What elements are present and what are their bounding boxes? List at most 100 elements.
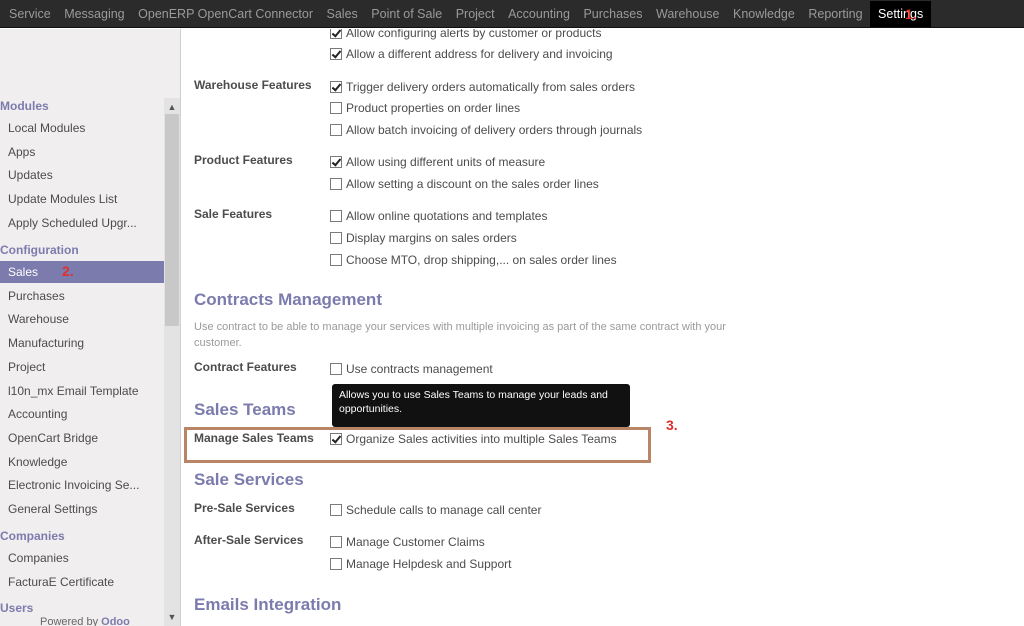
sidebar-item-opencart-bridge[interactable]: OpenCart Bridge bbox=[0, 427, 164, 449]
sidebar-item-general-settings[interactable]: General Settings bbox=[0, 498, 164, 520]
scrollbar-thumb[interactable] bbox=[165, 114, 179, 326]
option-schedule-calls-to-manage-call-center[interactable]: Schedule calls to manage call center bbox=[330, 502, 541, 518]
top-menu-project[interactable]: Project bbox=[456, 7, 495, 21]
sidebar-item-manufacturing[interactable]: Manufacturing bbox=[0, 332, 164, 354]
scroll-down-icon[interactable]: ▼ bbox=[164, 610, 180, 624]
sidebar-item-warehouse[interactable]: Warehouse bbox=[0, 308, 164, 330]
checkbox[interactable] bbox=[330, 81, 342, 93]
checkbox[interactable] bbox=[330, 210, 342, 222]
option-allow-online-quotations-and-templates[interactable]: Allow online quotations and templates bbox=[330, 208, 547, 224]
sidebar-item-apps[interactable]: Apps bbox=[0, 141, 164, 163]
sidebar-item-knowledge[interactable]: Knowledge bbox=[0, 451, 164, 473]
sidebar-item-project[interactable]: Project bbox=[0, 356, 164, 378]
sidebar: ▲ ▼ Powered by Odoo Modules Local Modules… bbox=[0, 29, 181, 626]
warehouse-features-label: Warehouse Features bbox=[194, 78, 312, 92]
option-label: Display margins on sales orders bbox=[346, 231, 517, 245]
option-allow-configuring-alerts-by-customer-or-[interactable]: Allow configuring alerts by customer or … bbox=[330, 29, 601, 41]
sidebar-item-apply-scheduled-upgr[interactable]: Apply Scheduled Upgr... bbox=[0, 212, 164, 234]
option-manage-customer-claims[interactable]: Manage Customer Claims bbox=[330, 534, 485, 550]
top-menu-point-of-sale[interactable]: Point of Sale bbox=[371, 7, 442, 21]
top-menu-settings[interactable]: Settings bbox=[870, 1, 932, 27]
option-allow-batch-invoicing-of-delivery-orders[interactable]: Allow batch invoicing of delivery orders… bbox=[330, 122, 642, 138]
contracts-description: Use contract to be able to manage your s… bbox=[194, 321, 726, 349]
option-organize-sales-activities-into-multiple-[interactable]: Organize Sales activities into multiple … bbox=[330, 431, 617, 447]
option-allow-setting-a-discount-on-the-sales-or[interactable]: Allow setting a discount on the sales or… bbox=[330, 176, 599, 192]
top-menu-sales[interactable]: Sales bbox=[327, 7, 358, 21]
emails-section-title: Emails Integration bbox=[194, 595, 342, 614]
scroll-up-icon[interactable]: ▲ bbox=[164, 100, 180, 114]
annotation-marker-3: 3. bbox=[666, 417, 678, 433]
option-product-properties-on-order-lines[interactable]: Product properties on order lines bbox=[330, 100, 520, 116]
option-label: Organize Sales activities into multiple … bbox=[346, 432, 617, 446]
product-features-label: Product Features bbox=[194, 153, 293, 167]
sidebar-item-electronic-invoicing-se[interactable]: Electronic Invoicing Se... bbox=[0, 474, 164, 496]
tooltip: Allows you to use Sales Teams to manage … bbox=[332, 384, 630, 427]
sidebar-item-accounting[interactable]: Accounting bbox=[0, 403, 164, 425]
top-menu-accounting[interactable]: Accounting bbox=[508, 7, 570, 21]
checkbox[interactable] bbox=[330, 178, 342, 190]
option-manage-helpdesk-and-support[interactable]: Manage Helpdesk and Support bbox=[330, 556, 511, 572]
checkbox[interactable] bbox=[330, 504, 342, 516]
option-label: Allow online quotations and templates bbox=[346, 209, 548, 223]
sidebar-item-purchases[interactable]: Purchases bbox=[0, 285, 164, 307]
checkbox[interactable] bbox=[330, 558, 342, 570]
annotation-marker-2: 2. bbox=[62, 263, 74, 279]
sidebar-heading-users: Users bbox=[0, 601, 34, 615]
sidebar-heading-modules: Modules bbox=[0, 99, 49, 113]
checkbox[interactable] bbox=[330, 156, 342, 168]
option-display-margins-on-sales-orders[interactable]: Display margins on sales orders bbox=[330, 230, 517, 246]
option-label: Choose MTO, drop shipping,... on sales o… bbox=[346, 253, 617, 267]
checkbox[interactable] bbox=[330, 48, 342, 60]
option-label: Trigger delivery orders automatically fr… bbox=[346, 80, 635, 94]
odoo-link[interactable]: Odoo bbox=[101, 616, 130, 626]
checkbox[interactable] bbox=[330, 433, 342, 445]
option-allow-a-different-address-for-delivery-a[interactable]: Allow a different address for delivery a… bbox=[330, 46, 613, 62]
option-label: Manage Helpdesk and Support bbox=[346, 557, 512, 571]
option-use-contracts-management[interactable]: Use contracts management bbox=[330, 361, 493, 377]
sidebar-heading-companies: Companies bbox=[0, 529, 65, 543]
sidebar-item-l10n-mx-email-template[interactable]: l10n_mx Email Template bbox=[0, 380, 164, 402]
top-menu-bar: Service Messaging OpenERP OpenCart Connect… bbox=[0, 0, 1024, 28]
checkbox[interactable] bbox=[330, 124, 342, 136]
option-label: Allow batch invoicing of delivery orders… bbox=[346, 123, 643, 137]
sidebar-item-facturae-certificate[interactable]: FacturaE Certificate bbox=[0, 571, 164, 593]
contract-features-label: Contract Features bbox=[194, 360, 297, 374]
checkbox[interactable] bbox=[330, 254, 342, 266]
option-trigger-delivery-orders-automatically-fr[interactable]: Trigger delivery orders automatically fr… bbox=[330, 79, 635, 95]
checkbox[interactable] bbox=[330, 29, 342, 39]
checkbox[interactable] bbox=[330, 536, 342, 548]
option-allow-using-different-units-of-measure[interactable]: Allow using different units of measure bbox=[330, 154, 545, 170]
checkbox[interactable] bbox=[330, 363, 342, 375]
top-menu-openerp-opencart-connector[interactable]: OpenERP OpenCart Connector bbox=[138, 7, 313, 21]
pre-sale-services-label: Pre-Sale Services bbox=[194, 501, 295, 515]
checkbox[interactable] bbox=[330, 102, 342, 114]
option-label: Allow setting a discount on the sales or… bbox=[346, 177, 599, 191]
sale-features-label: Sale Features bbox=[194, 207, 273, 221]
powered-by: Powered by Odoo bbox=[40, 616, 130, 626]
top-menu-messaging[interactable]: Messaging bbox=[64, 7, 124, 21]
top-menu-purchases[interactable]: Purchases bbox=[583, 7, 642, 21]
option-label: Product properties on order lines bbox=[346, 101, 521, 115]
top-menu-reporting[interactable]: Reporting bbox=[808, 7, 862, 21]
option-label: Schedule calls to manage call center bbox=[346, 503, 542, 517]
settings-form: Contracts Management Use contract to be … bbox=[182, 29, 1024, 626]
sidebar-item-companies[interactable]: Companies bbox=[0, 547, 164, 569]
top-menu-knowledge[interactable]: Knowledge bbox=[733, 7, 795, 21]
top-menu: Service Messaging OpenERP OpenCart Connect… bbox=[9, 0, 932, 28]
checkbox[interactable] bbox=[330, 232, 342, 244]
sales-teams-section-title: Sales Teams bbox=[194, 400, 296, 419]
sidebar-item-update-modules-list[interactable]: Update Modules List bbox=[0, 188, 164, 210]
option-label: Manage Customer Claims bbox=[346, 535, 485, 549]
top-menu-service[interactable]: Service bbox=[9, 7, 51, 21]
option-label: Allow using different units of measure bbox=[346, 155, 546, 169]
option-label: Allow a different address for delivery a… bbox=[346, 47, 613, 61]
sidebar-scrollbar[interactable]: ▲ ▼ bbox=[164, 98, 180, 626]
top-menu-warehouse[interactable]: Warehouse bbox=[656, 7, 719, 21]
sidebar-item-updates[interactable]: Updates bbox=[0, 164, 164, 186]
option-label: Allow configuring alerts by customer or … bbox=[346, 29, 602, 40]
contracts-section-title: Contracts Management bbox=[194, 290, 382, 309]
option-choose-mto-drop-shipping-on-sales-order-[interactable]: Choose MTO, drop shipping,... on sales o… bbox=[330, 252, 617, 268]
sale-services-section-title: Sale Services bbox=[194, 470, 304, 489]
sidebar-item-sales[interactable]: Sales bbox=[0, 261, 164, 283]
sidebar-item-local-modules[interactable]: Local Modules bbox=[0, 117, 164, 139]
